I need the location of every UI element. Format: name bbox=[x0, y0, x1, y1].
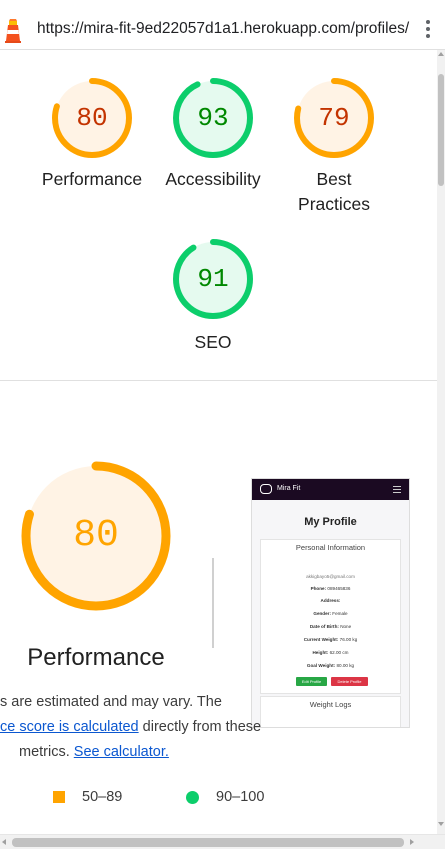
thumb-edit-profile-button: Edit Profile bbox=[296, 677, 327, 686]
performance-big-score: 80 bbox=[73, 514, 119, 557]
accessibility-score: 93 bbox=[197, 103, 229, 133]
gauge-seo[interactable]: 91 bbox=[171, 237, 255, 321]
more-options-icon[interactable] bbox=[420, 18, 436, 40]
scroll-up-arrow-icon[interactable] bbox=[438, 52, 444, 56]
thumb-title: My Profile bbox=[304, 516, 357, 528]
page-screenshot-thumbnail[interactable]: Mira Fit My Profile Personal Information… bbox=[251, 478, 410, 728]
vertical-scrollbar[interactable] bbox=[437, 50, 445, 834]
section-divider bbox=[0, 380, 437, 381]
thumb-current-weight: Current Weight: 76.00 kg bbox=[303, 637, 358, 642]
thumb-body: My Profile Personal Information akkigbay… bbox=[252, 500, 409, 727]
url-text[interactable]: https://mira-fit-9ed22057d1a1.herokuapp.… bbox=[37, 20, 409, 38]
address-bar[interactable]: https://mira-fit-9ed22057d1a1.herokuapp.… bbox=[0, 6, 445, 50]
scroll-left-arrow-icon[interactable] bbox=[2, 839, 6, 845]
best-practices-label: Best Practices bbox=[278, 167, 390, 217]
thumb-logo-icon bbox=[260, 484, 272, 494]
thumb-personal-info-card: Personal Information akkigbayo5@gmail.co… bbox=[260, 539, 401, 694]
see-calculator-link[interactable]: See calculator. bbox=[74, 744, 169, 760]
legend-pass-circle-icon bbox=[186, 791, 199, 804]
calculator-note: metrics. See calculator. bbox=[19, 744, 169, 760]
vertical-separator bbox=[212, 558, 214, 648]
horizontal-scroll-thumb[interactable] bbox=[12, 838, 404, 847]
thumb-delete-profile-button: Delete Profile bbox=[331, 677, 368, 686]
legend-pass-text: 90–100 bbox=[216, 789, 265, 805]
scroll-down-arrow-icon[interactable] bbox=[438, 822, 444, 826]
score-calculation-note: ce score is calculated directly from the… bbox=[0, 719, 261, 735]
gauge-best-practices[interactable]: 79 bbox=[292, 76, 376, 160]
thumb-goal-weight: Goal Weight: 80.00 kg bbox=[306, 663, 355, 668]
thumb-dob: Date of Birth: None bbox=[309, 624, 352, 629]
gauge-accessibility[interactable]: 93 bbox=[171, 76, 255, 160]
seo-score: 91 bbox=[197, 264, 229, 294]
thumb-card-heading: Personal Information bbox=[295, 543, 366, 552]
thumb-hamburger-icon bbox=[393, 486, 401, 495]
scroll-right-arrow-icon[interactable] bbox=[410, 839, 414, 845]
performance-big-label: Performance bbox=[27, 644, 165, 671]
thumb-navbar: Mira Fit bbox=[252, 479, 409, 500]
thumb-gender: Gender: Female bbox=[313, 611, 348, 616]
score-calculation-text: directly from these bbox=[138, 719, 262, 735]
lighthouse-icon bbox=[5, 19, 21, 43]
best-practices-label-line1: Best bbox=[316, 169, 352, 189]
thumb-height: Height: 62.00 cm bbox=[312, 650, 349, 655]
gauge-performance[interactable]: 80 bbox=[50, 76, 134, 160]
best-practices-score: 79 bbox=[318, 103, 350, 133]
accessibility-label: Accessibility bbox=[165, 169, 261, 189]
performance-score: 80 bbox=[76, 103, 108, 133]
horizontal-scrollbar[interactable] bbox=[0, 834, 445, 849]
vertical-scroll-thumb[interactable] bbox=[438, 74, 444, 186]
thumb-weight-logs-heading: Weight Logs bbox=[309, 700, 352, 709]
legend-average-text: 50–89 bbox=[82, 789, 123, 805]
estimate-note: s are estimated and may vary. The bbox=[0, 694, 222, 710]
legend-average-square-icon bbox=[53, 791, 65, 803]
thumb-weight-logs-card: Weight Logs bbox=[260, 696, 401, 727]
thumb-brand: Mira Fit bbox=[277, 485, 301, 492]
score-calculated-link[interactable]: ce score is calculated bbox=[0, 719, 139, 735]
performance-label: Performance bbox=[41, 169, 143, 189]
thumb-phone: Phone: 089465836 bbox=[310, 586, 351, 591]
thumb-email: akkigbayo5@gmail.com bbox=[306, 574, 355, 579]
thumb-address: Address: bbox=[320, 598, 341, 603]
seo-label: SEO bbox=[194, 332, 232, 352]
metrics-text: metrics. bbox=[19, 744, 74, 760]
best-practices-label-line2: Practices bbox=[298, 194, 370, 214]
